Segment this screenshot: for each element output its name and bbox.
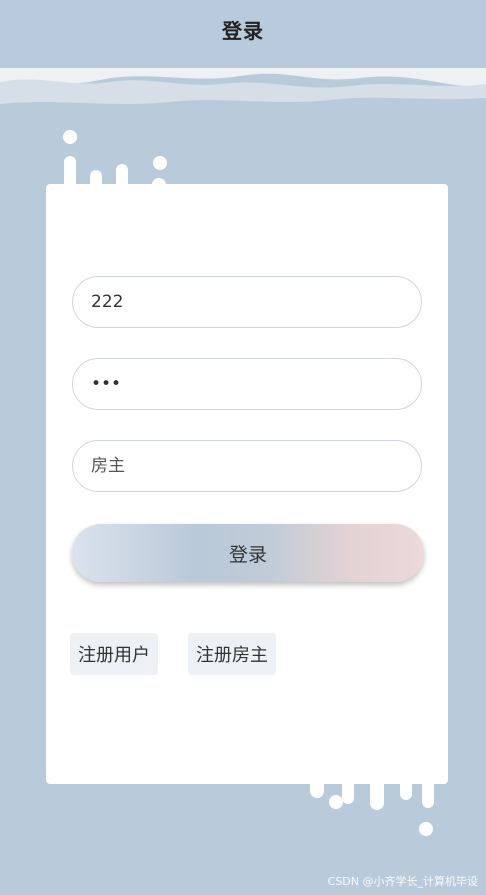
role-input[interactable]: [89, 455, 405, 477]
drip-decoration-bottom: [300, 730, 448, 836]
role-field[interactable]: [72, 440, 422, 492]
password-input[interactable]: [89, 373, 405, 395]
username-input[interactable]: [89, 291, 405, 313]
login-button[interactable]: 登录: [72, 524, 424, 582]
top-bar: 登录: [0, 0, 486, 58]
username-field[interactable]: [72, 276, 422, 328]
page-title: 登录: [222, 18, 264, 43]
register-owner-button[interactable]: 注册房主: [188, 633, 276, 675]
register-user-button[interactable]: 注册用户: [70, 633, 158, 675]
watermark: CSDN @小齐学长_计算机毕设: [327, 875, 478, 888]
login-card: 登录 注册用户 注册房主: [46, 184, 448, 784]
wave-decoration: [0, 58, 486, 110]
password-field[interactable]: [72, 358, 422, 410]
